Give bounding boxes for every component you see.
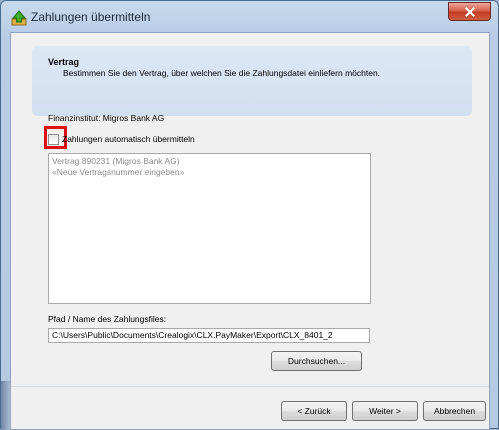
- dialog-content: Vertrag Bestimmen Sie den Vertrag, über …: [10, 32, 490, 430]
- auto-transmit-label[interactable]: Zahlungen automatisch übermitteln: [62, 134, 195, 144]
- window-title: Zahlungen übermitteln: [31, 10, 151, 24]
- window-border-left: [1, 381, 10, 430]
- dialog-window: Zahlungen übermitteln Vertrag Bestimmen …: [0, 0, 499, 430]
- institute-label: Finanzinstitut: Migros Bank AG: [48, 113, 165, 123]
- page-description: Bestimmen Sie den Vertrag, über welchen …: [63, 68, 381, 78]
- divider: [11, 386, 489, 387]
- browse-button[interactable]: Durchsuchen...: [271, 351, 362, 371]
- path-input[interactable]: C:\Users\Public\Documents\Crealogix\CLX.…: [48, 328, 370, 343]
- close-icon: [464, 2, 475, 21]
- contract-list[interactable]: Vertrag 890231 (Migros Bank AG) «Neue Ve…: [48, 153, 371, 304]
- path-value: C:\Users\Public\Documents\Crealogix\CLX.…: [52, 330, 333, 340]
- close-button[interactable]: [448, 2, 491, 21]
- title-bar[interactable]: Zahlungen übermitteln: [1, 1, 499, 33]
- cancel-button[interactable]: Abbrechen: [423, 401, 486, 421]
- wizard-header: Vertrag Bestimmen Sie den Vertrag, über …: [32, 46, 472, 116]
- path-label: Pfad / Name des Zahlungsfiles:: [48, 314, 167, 324]
- page-title: Vertrag: [48, 57, 80, 67]
- list-item[interactable]: «Neue Vertragsnummer eingeben»: [52, 167, 184, 177]
- upload-arrow-icon: [11, 10, 27, 26]
- next-button[interactable]: Weiter >: [352, 401, 418, 421]
- back-button[interactable]: < Zurück: [281, 401, 347, 421]
- list-item[interactable]: Vertrag 890231 (Migros Bank AG): [52, 156, 180, 166]
